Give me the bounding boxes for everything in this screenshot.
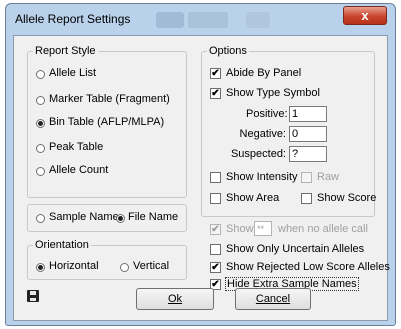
label-horizontal[interactable]: Horizontal — [49, 260, 99, 272]
title-bar-background-blur — [246, 12, 270, 28]
checkbox-show-only-uncertain[interactable] — [210, 244, 221, 255]
label-marker-table[interactable]: Marker Table (Fragment) — [49, 93, 170, 105]
cancel-button[interactable]: Cancel — [235, 288, 311, 310]
radio-allele-list[interactable] — [36, 70, 45, 79]
label-peak-table[interactable]: Peak Table — [49, 141, 103, 153]
label-positive: Positive: — [246, 108, 288, 120]
label-show-type-symbol[interactable]: Show Type Symbol — [226, 87, 320, 99]
suspected-input[interactable]: ? — [289, 146, 327, 162]
orientation-legend: Orientation — [33, 239, 91, 251]
label-show-no-allele[interactable]: Show — [226, 223, 254, 235]
checkbox-raw[interactable] — [301, 172, 312, 183]
checkbox-show-area[interactable] — [210, 193, 221, 204]
window-title: Allele Report Settings — [15, 12, 131, 26]
ok-button-label: Ok — [167, 293, 183, 305]
close-icon: x — [361, 8, 369, 23]
label-when-no-allele-call: when no allele call — [278, 223, 368, 235]
checkbox-show-no-allele[interactable]: ✔ — [210, 224, 221, 235]
close-button[interactable]: x — [343, 6, 387, 25]
title-bar[interactable]: Allele Report Settings x — [6, 4, 395, 34]
radio-vertical[interactable] — [120, 263, 129, 272]
label-negative: Negative: — [239, 128, 286, 140]
radio-bin-table[interactable] — [36, 119, 45, 128]
label-bin-table[interactable]: Bin Table (AFLP/MLPA) — [49, 116, 164, 128]
label-show-only-uncertain[interactable]: Show Only Uncertain Alleles — [226, 243, 364, 255]
label-vertical[interactable]: Vertical — [133, 260, 169, 272]
radio-horizontal[interactable] — [36, 263, 45, 272]
ok-button[interactable]: Ok — [136, 288, 214, 310]
label-show-score[interactable]: Show Score — [317, 192, 376, 204]
radio-peak-table[interactable] — [36, 144, 45, 153]
dialog-window: Allele Report Settings x Report Style Al… — [5, 3, 396, 326]
report-style-legend: Report Style — [33, 45, 98, 57]
checkbox-show-rejected[interactable]: ✔ — [210, 262, 221, 273]
options-legend: Options — [207, 45, 249, 57]
label-show-rejected[interactable]: Show Rejected Low Score Alleles — [226, 261, 390, 273]
title-bar-background-blur — [156, 12, 184, 28]
checkbox-abide-by-panel[interactable]: ✔ — [210, 68, 221, 79]
label-show-intensity[interactable]: Show Intensity — [226, 171, 298, 183]
checkbox-show-intensity[interactable] — [210, 172, 221, 183]
checkbox-show-type-symbol[interactable]: ✔ — [210, 88, 221, 99]
label-raw[interactable]: Raw — [317, 171, 339, 183]
cancel-button-label: Cancel — [255, 293, 291, 305]
label-allele-list[interactable]: Allele List — [49, 67, 96, 79]
label-suspected: Suspected: — [230, 148, 286, 160]
dialog-client-area: Report Style Allele List Marker Table (F… — [13, 35, 390, 321]
radio-allele-count[interactable] — [36, 167, 45, 176]
label-show-area[interactable]: Show Area — [226, 192, 279, 204]
label-abide-by-panel[interactable]: Abide By Panel — [226, 67, 301, 79]
no-allele-input[interactable]: ** — [254, 221, 272, 236]
save-icon[interactable] — [27, 290, 39, 302]
label-allele-count[interactable]: Allele Count — [49, 164, 108, 176]
positive-input[interactable]: 1 — [289, 106, 327, 122]
label-sample-name[interactable]: Sample Name — [49, 211, 119, 223]
radio-marker-table[interactable] — [36, 96, 45, 105]
label-file-name[interactable]: File Name — [128, 211, 178, 223]
radio-sample-name[interactable] — [36, 214, 45, 223]
title-bar-background-blur — [188, 12, 228, 28]
radio-file-name[interactable] — [116, 214, 125, 223]
checkbox-show-score[interactable] — [301, 193, 312, 204]
negative-input[interactable]: 0 — [289, 126, 327, 142]
